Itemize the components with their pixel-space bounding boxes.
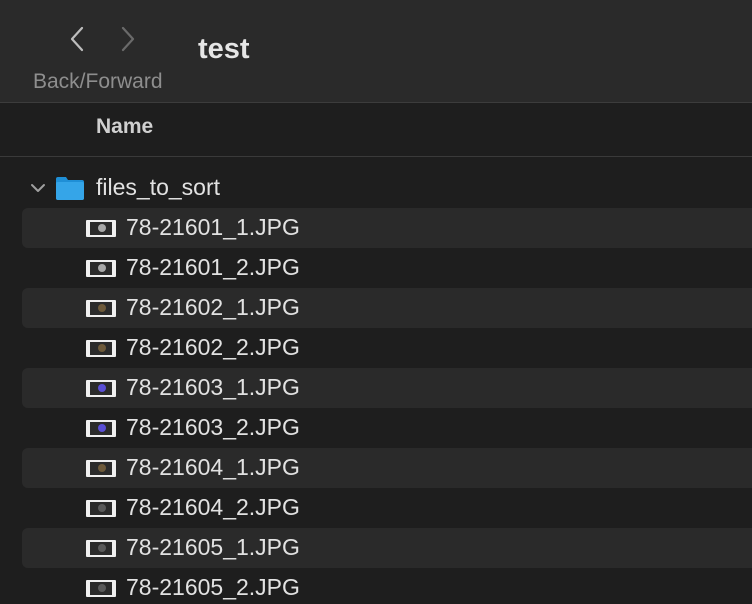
file-row[interactable]: 78-21603_1.JPG — [22, 368, 752, 408]
window-title: test — [198, 33, 250, 65]
forward-button[interactable] — [114, 24, 142, 54]
image-thumbnail-icon — [86, 460, 116, 477]
back-button[interactable] — [63, 24, 91, 54]
image-thumbnail-icon — [86, 300, 116, 317]
thumbnail-image — [90, 462, 112, 475]
image-thumbnail-icon — [86, 500, 116, 517]
file-row[interactable]: 78-21602_2.JPG — [22, 328, 752, 368]
file-name: 78-21605_2.JPG — [126, 574, 300, 600]
toolbar: Back/Forward test — [0, 0, 752, 103]
file-name: 78-21604_1.JPG — [126, 454, 300, 480]
image-thumbnail-icon — [86, 380, 116, 397]
thumbnail-subject — [98, 464, 106, 472]
nav-caption: Back/Forward — [33, 70, 163, 93]
file-name: 78-21602_1.JPG — [126, 294, 300, 320]
folder-name: files_to_sort — [96, 174, 221, 200]
file-row[interactable]: 78-21601_1.JPG — [22, 208, 752, 248]
thumbnail-image — [90, 422, 112, 435]
file-row[interactable]: 78-21605_1.JPG — [22, 528, 752, 568]
file-list: 78-21601_1.JPG 78-21601_2.JPG 78-21602_1.J… — [22, 208, 752, 604]
thumbnail-subject — [98, 584, 106, 592]
column-header-name[interactable]: Name — [96, 115, 153, 139]
thumbnail-subject — [98, 504, 106, 512]
thumbnail-image — [90, 582, 112, 595]
image-thumbnail-icon — [86, 340, 116, 357]
folder-icon — [56, 177, 84, 200]
image-thumbnail-icon — [86, 260, 116, 277]
chevron-left-icon — [70, 26, 84, 52]
file-name: 78-21601_2.JPG — [126, 254, 300, 280]
file-row[interactable]: 78-21604_1.JPG — [22, 448, 752, 488]
image-thumbnail-icon — [86, 540, 116, 557]
thumbnail-image — [90, 222, 112, 235]
file-name: 78-21605_1.JPG — [126, 534, 300, 560]
folder-row[interactable]: files_to_sort — [22, 168, 752, 208]
thumbnail-subject — [98, 344, 106, 352]
thumbnail-subject — [98, 544, 106, 552]
thumbnail-image — [90, 302, 112, 315]
thumbnail-subject — [98, 224, 106, 232]
file-name: 78-21604_2.JPG — [126, 494, 300, 520]
file-row[interactable]: 78-21604_2.JPG — [22, 488, 752, 528]
image-thumbnail-icon — [86, 420, 116, 437]
thumbnail-subject — [98, 264, 106, 272]
file-row[interactable]: 78-21605_2.JPG — [22, 568, 752, 604]
image-thumbnail-icon — [86, 220, 116, 237]
image-thumbnail-icon — [86, 580, 116, 597]
file-name: 78-21603_1.JPG — [126, 374, 300, 400]
file-name: 78-21601_1.JPG — [126, 214, 300, 240]
thumbnail-subject — [98, 384, 106, 392]
thumbnail-image — [90, 382, 112, 395]
thumbnail-subject — [98, 424, 106, 432]
file-name: 78-21603_2.JPG — [126, 414, 300, 440]
thumbnail-image — [90, 542, 112, 555]
file-row[interactable]: 78-21603_2.JPG — [22, 408, 752, 448]
file-name: 78-21602_2.JPG — [126, 334, 300, 360]
file-row[interactable]: 78-21602_1.JPG — [22, 288, 752, 328]
chevron-down-icon[interactable] — [30, 180, 46, 196]
file-row[interactable]: 78-21601_2.JPG — [22, 248, 752, 288]
finder-window: Back/Forward test Name files_to_sort 78-… — [0, 0, 752, 604]
thumbnail-subject — [98, 304, 106, 312]
thumbnail-image — [90, 502, 112, 515]
chevron-right-icon — [121, 26, 135, 52]
thumbnail-image — [90, 342, 112, 355]
thumbnail-image — [90, 262, 112, 275]
